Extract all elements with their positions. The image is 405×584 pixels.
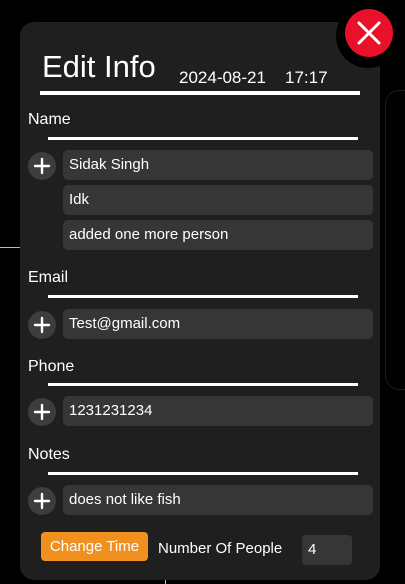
- notes-divider: [48, 472, 358, 475]
- close-button[interactable]: [345, 9, 393, 57]
- background-line: [0, 247, 20, 248]
- plus-icon: [33, 157, 51, 175]
- time-label: 17:17: [285, 68, 328, 87]
- date-label: 2024-08-21: [179, 68, 266, 87]
- plus-icon: [33, 492, 51, 510]
- number-of-people-input[interactable]: [302, 535, 352, 565]
- close-x-icon: [357, 21, 381, 45]
- plus-icon: [33, 316, 51, 334]
- name-divider: [48, 137, 358, 140]
- notes-label: Notes: [28, 446, 70, 463]
- background-frame: [385, 90, 405, 390]
- change-time-button[interactable]: Change Time: [41, 532, 148, 561]
- notes-field[interactable]: [63, 485, 373, 515]
- add-name-button[interactable]: [28, 152, 56, 180]
- plus-icon: [33, 403, 51, 421]
- phone-divider: [48, 383, 358, 386]
- add-notes-button[interactable]: [28, 487, 56, 515]
- phone-label: Phone: [28, 358, 75, 375]
- add-phone-button[interactable]: [28, 398, 56, 426]
- email-field[interactable]: [63, 309, 373, 339]
- number-of-people-label: Number Of People: [158, 540, 283, 557]
- name-field[interactable]: [63, 185, 373, 215]
- phone-field[interactable]: [63, 396, 373, 426]
- name-label: Name: [28, 111, 71, 128]
- name-field[interactable]: [63, 220, 373, 250]
- title-divider: [40, 91, 360, 95]
- email-divider: [48, 295, 358, 298]
- page-title: Edit Info: [42, 49, 156, 84]
- email-label: Email: [28, 269, 69, 286]
- add-email-button[interactable]: [28, 311, 56, 339]
- name-field[interactable]: [63, 150, 373, 180]
